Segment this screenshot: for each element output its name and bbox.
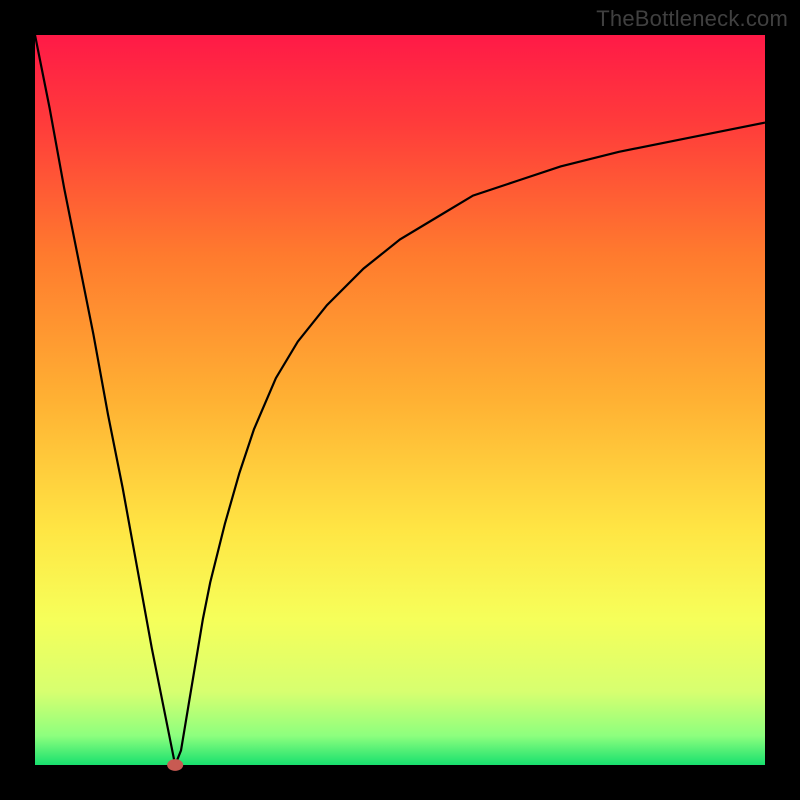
optimum-marker xyxy=(167,759,183,771)
watermark-text: TheBottleneck.com xyxy=(596,6,788,32)
chart-svg xyxy=(35,35,765,765)
curve-left-branch xyxy=(35,35,175,765)
curve-right-branch xyxy=(175,123,765,765)
chart-frame: TheBottleneck.com xyxy=(0,0,800,800)
plot-area xyxy=(35,35,765,765)
